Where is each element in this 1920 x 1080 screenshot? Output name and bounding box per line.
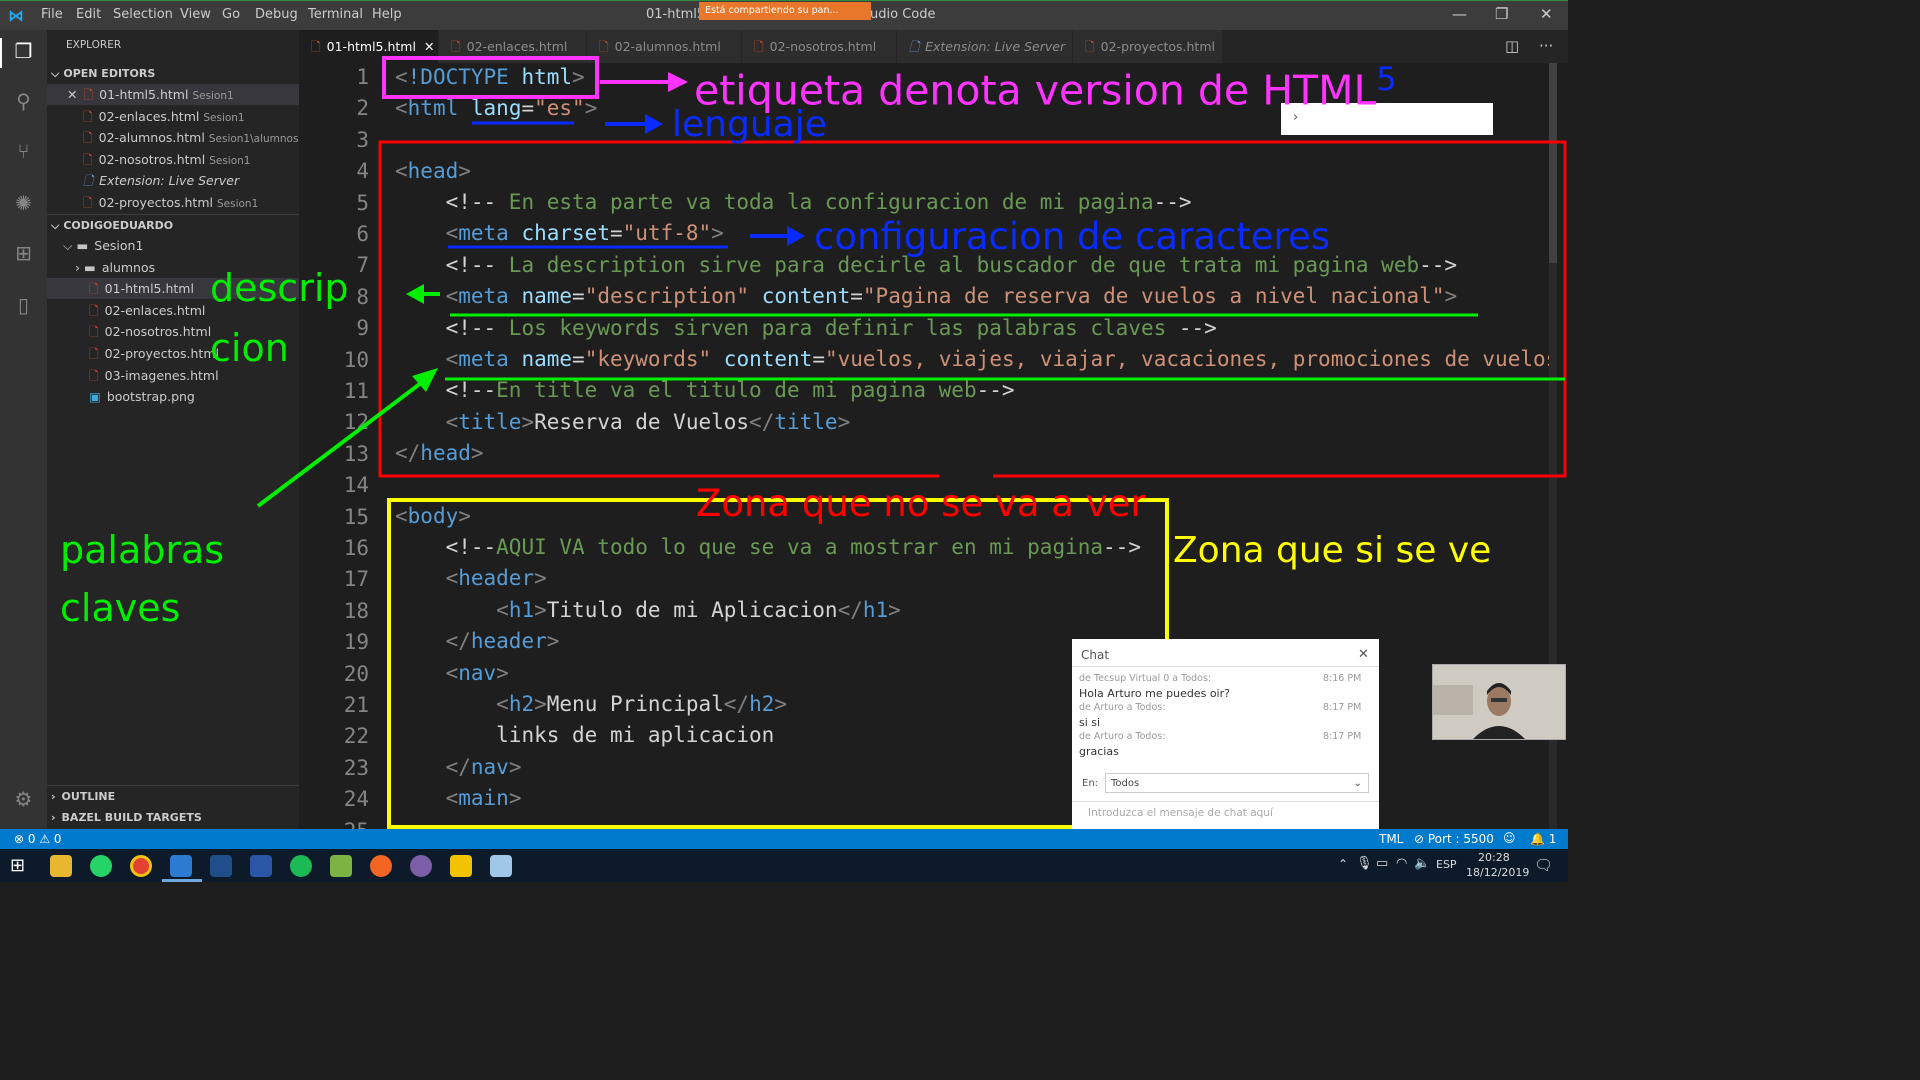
chat-message-time: 8:17 PM xyxy=(1323,731,1362,742)
chat-message-sender: de Arturo a Todos: xyxy=(1079,731,1166,742)
visual-studio-icon[interactable] xyxy=(210,855,232,877)
chat-message-sender: de Arturo a Todos: xyxy=(1079,702,1166,713)
doctype-arrowhead xyxy=(668,72,688,92)
windows-start-icon[interactable]: ⊞ xyxy=(10,855,25,876)
volume-icon[interactable]: 🔈 xyxy=(1414,856,1430,871)
webcam-person-image xyxy=(1433,665,1565,739)
app-icon[interactable] xyxy=(490,855,512,877)
chat-message-sender: de Tecsup Virtual 0 a Todos: xyxy=(1079,673,1212,684)
keywords-annotation-line1: palabras xyxy=(60,528,225,572)
description-annotation-line2: cion xyxy=(210,326,289,370)
lang-arrowhead xyxy=(645,114,663,134)
webcam-thumbnail xyxy=(1432,664,1566,740)
doctype-highlight-box xyxy=(382,56,599,99)
wifi-icon[interactable]: ◠ xyxy=(1396,856,1407,871)
lang-annotation: lenguaje xyxy=(672,104,827,145)
keywords-annotation-line2: claves xyxy=(60,586,181,630)
notification-center-icon[interactable]: 🗨 xyxy=(1534,856,1553,874)
charset-arrowhead xyxy=(787,226,805,246)
body-zone-box xyxy=(387,498,1169,829)
description-arrowhead xyxy=(406,284,424,304)
powershell-icon[interactable] xyxy=(250,855,272,877)
clock-date[interactable]: 18/12/2019 xyxy=(1466,866,1529,879)
battery-icon[interactable]: ▭ xyxy=(1376,856,1388,871)
problems-indicator[interactable]: ⊗ 0 ⚠ 0 xyxy=(14,832,62,846)
app-icon[interactable] xyxy=(410,855,432,877)
app-icon[interactable] xyxy=(330,855,352,877)
chat-message-time: 8:16 PM xyxy=(1323,673,1362,684)
language-mode[interactable]: TML xyxy=(1379,832,1403,846)
chat-message-text: gracias xyxy=(1079,745,1119,758)
windows-taskbar: ⊞ ⌃ 🎙 ▭ ◠ 🔈 ESP 20:28 18/12/2019 🗨 xyxy=(0,849,1568,882)
chat-title: Chat xyxy=(1081,648,1110,662)
hidden-zone-annotation: Zona que no se va a ver xyxy=(696,482,1146,525)
active-app-indicator xyxy=(162,879,202,882)
head-zone-box xyxy=(378,140,1567,478)
chat-message-text: Hola Arturo me puedes oir? xyxy=(1079,687,1230,700)
visible-zone-annotation: Zona que si se ve xyxy=(1173,530,1492,571)
chat-message-text: si si xyxy=(1079,716,1101,729)
microphone-icon[interactable]: 🎙 xyxy=(1356,856,1373,871)
chrome-icon[interactable] xyxy=(130,855,152,877)
status-bar: ⊗ 0 ⚠ 0 TML ⊘ Port : 5500 ☺ 🔔 1 xyxy=(0,829,1568,849)
live-server-port[interactable]: ⊘ Port : 5500 xyxy=(1414,832,1494,846)
chevron-down-icon: ⌄ xyxy=(1353,778,1362,789)
sublime-icon[interactable] xyxy=(370,855,392,877)
close-icon[interactable]: ✕ xyxy=(1358,647,1369,662)
feedback-icon[interactable]: ☺ xyxy=(1503,831,1516,845)
html5-superscript: 5 xyxy=(1376,60,1397,98)
chat-panel: Chat ✕ de Tecsup Virtual 0 a Todos: 8:16… xyxy=(1072,639,1379,847)
spotify-icon[interactable] xyxy=(290,855,312,877)
description-annotation-line1: descrip xyxy=(210,266,349,310)
charset-annotation: configuracion de caracteres xyxy=(814,215,1330,258)
keywords-arrow xyxy=(256,378,427,508)
vscode-taskbar-icon[interactable] xyxy=(170,855,192,877)
app-icon[interactable] xyxy=(450,855,472,877)
tray-chevron-up-icon[interactable]: ⌃ xyxy=(1338,857,1348,871)
chat-message-input[interactable]: Introduzca el mensaje de chat aquí xyxy=(1088,807,1273,819)
notifications-bell[interactable]: 🔔 1 xyxy=(1530,832,1556,846)
whatsapp-icon[interactable] xyxy=(90,855,112,877)
file-explorer-icon[interactable] xyxy=(50,855,72,877)
chat-message-time: 8:17 PM xyxy=(1323,702,1362,713)
chat-to-label: En: xyxy=(1082,778,1099,789)
chat-recipient-select[interactable]: Todos ⌄ xyxy=(1105,773,1369,793)
clock-time[interactable]: 20:28 xyxy=(1478,851,1510,864)
input-language[interactable]: ESP xyxy=(1436,858,1457,871)
